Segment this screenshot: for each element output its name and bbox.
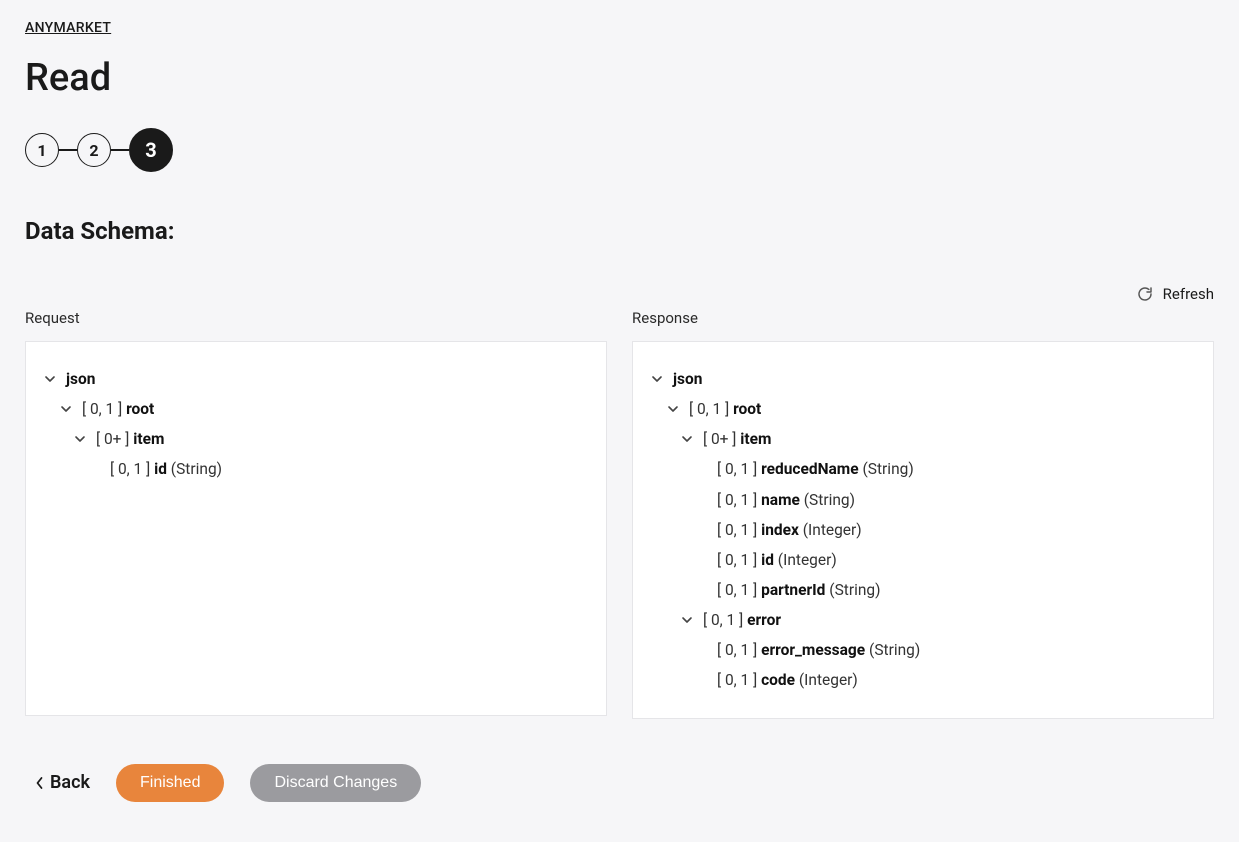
tree-row: [ 0, 1 ] index (Integer) [651, 515, 1195, 545]
wizard-step-2[interactable]: 2 [77, 133, 111, 167]
section-heading: Data Schema: [25, 217, 1214, 245]
tree-node-label: [ 0, 1 ] error [703, 610, 781, 630]
refresh-button[interactable]: Refresh [1137, 285, 1214, 303]
tree-row: [ 0, 1 ] partnerId (String) [651, 575, 1195, 605]
tree-row: [ 0, 1 ] name (String) [651, 485, 1195, 515]
chevron-down-icon[interactable] [681, 614, 695, 626]
tree-row: [ 0, 1 ] code (Integer) [651, 665, 1195, 695]
step-connector [59, 149, 77, 151]
back-button[interactable]: Back [35, 772, 90, 793]
tree-row[interactable]: [ 0, 1 ] root [44, 394, 588, 424]
discard-button[interactable]: Discard Changes [250, 764, 421, 802]
wizard-step-3[interactable]: 3 [129, 128, 173, 172]
tree-node-label: [ 0, 1 ] partnerId (String) [717, 580, 881, 600]
tree-row[interactable]: json [44, 364, 588, 394]
tree-row: [ 0, 1 ] id (Integer) [651, 545, 1195, 575]
tree-node-label: [ 0, 1 ] id (String) [110, 459, 222, 479]
chevron-down-icon[interactable] [651, 373, 665, 385]
breadcrumb-link[interactable]: ANYMARKET [25, 20, 1214, 36]
chevron-left-icon [35, 776, 44, 790]
tree-node-label: [ 0, 1 ] code (Integer) [717, 670, 858, 690]
wizard-step-1[interactable]: 1 [25, 133, 59, 167]
request-panel: json [ 0, 1 ] root [ 0+ ] item [ 0, 1 ] id … [25, 341, 607, 716]
finished-button[interactable]: Finished [116, 764, 224, 802]
refresh-icon [1137, 286, 1153, 302]
tree-node-label: [ 0, 1 ] id (Integer) [717, 550, 837, 570]
tree-row[interactable]: [ 0+ ] item [44, 424, 588, 454]
page-title: Read [25, 56, 1214, 100]
chevron-down-icon[interactable] [74, 433, 88, 445]
tree-node-label: [ 0+ ] item [703, 429, 771, 449]
tree-node-label: [ 0, 1 ] error_message (String) [717, 640, 920, 660]
refresh-label: Refresh [1163, 285, 1214, 303]
tree-node-label: [ 0, 1 ] root [82, 399, 154, 419]
tree-node-label: [ 0, 1 ] index (Integer) [717, 520, 862, 540]
wizard-steps: 123 [25, 128, 1214, 172]
tree-row: [ 0, 1 ] error_message (String) [651, 635, 1195, 665]
tree-node-label: [ 0, 1 ] name (String) [717, 490, 855, 510]
tree-row[interactable]: [ 0+ ] item [651, 424, 1195, 454]
response-label: Response [632, 309, 1214, 327]
tree-node-label: [ 0, 1 ] reducedName (String) [717, 459, 914, 479]
response-panel: json [ 0, 1 ] root [ 0+ ] item [ 0, 1 ] red… [632, 341, 1214, 719]
tree-row[interactable]: [ 0, 1 ] error [651, 605, 1195, 635]
tree-node-label: json [66, 369, 95, 389]
tree-row: [ 0, 1 ] reducedName (String) [651, 454, 1195, 484]
request-label: Request [25, 309, 607, 327]
tree-row[interactable]: json [651, 364, 1195, 394]
chevron-down-icon[interactable] [681, 433, 695, 445]
tree-node-label: [ 0, 1 ] root [689, 399, 761, 419]
back-label: Back [50, 772, 90, 793]
chevron-down-icon[interactable] [44, 373, 58, 385]
chevron-down-icon[interactable] [667, 403, 681, 415]
tree-row[interactable]: [ 0, 1 ] root [651, 394, 1195, 424]
tree-node-label: [ 0+ ] item [96, 429, 164, 449]
step-connector [111, 149, 129, 151]
tree-row: [ 0, 1 ] id (String) [44, 454, 588, 484]
tree-node-label: json [673, 369, 702, 389]
chevron-down-icon[interactable] [60, 403, 74, 415]
